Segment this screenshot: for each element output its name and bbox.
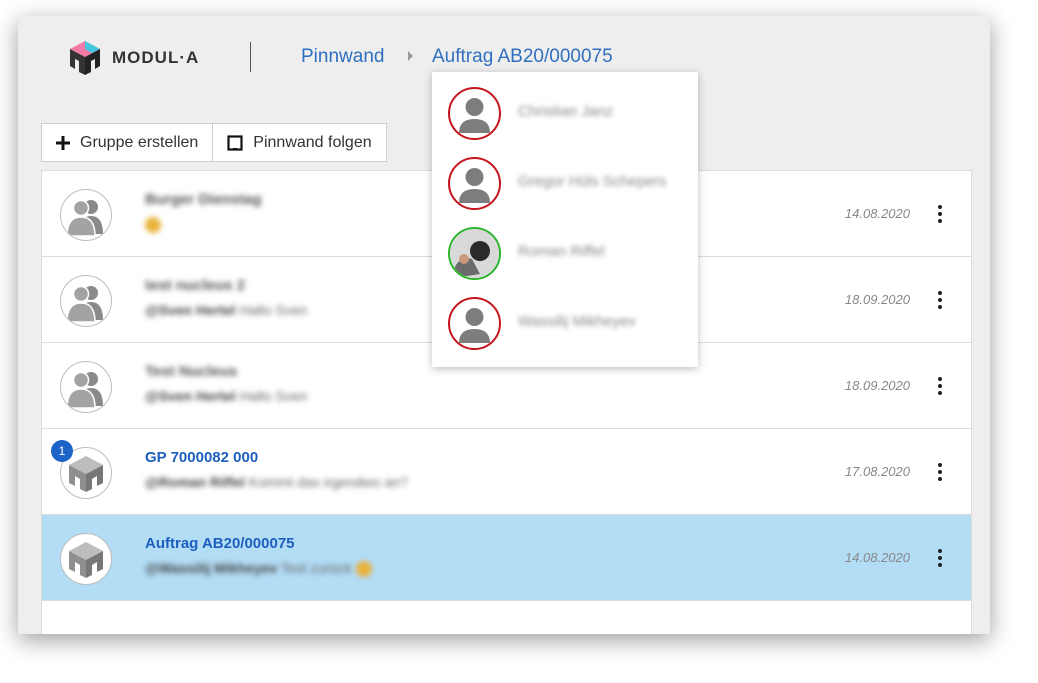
- group-date: 18.09.2020: [844, 292, 910, 307]
- message-author: @Wassilij Mikheyev: [145, 560, 278, 576]
- message-text: Hallo Sven: [239, 302, 308, 318]
- follow-pinnwand-label: Pinnwand folgen: [253, 133, 372, 151]
- group-last-message: [145, 216, 161, 234]
- group-date: 18.09.2020: [844, 378, 910, 393]
- modula-avatar-icon: [60, 533, 112, 585]
- header-divider: [250, 42, 251, 72]
- group-title: Auftrag AB20/000075: [145, 535, 295, 552]
- group-title: test nucleus 2: [145, 277, 246, 294]
- group-date: 14.08.2020: [844, 206, 910, 221]
- logo-text: MODUL·A: [112, 48, 200, 67]
- modula-logo-icon: [70, 41, 100, 75]
- member-item[interactable]: Roman Riffel: [432, 218, 698, 288]
- group-last-message: @Sven Hertel Hallo Sven: [145, 388, 307, 404]
- breadcrumb-auftrag[interactable]: Auftrag AB20/000075: [432, 46, 613, 68]
- create-group-button[interactable]: Gruppe erstellen: [42, 124, 214, 161]
- more-vertical-icon[interactable]: [937, 205, 943, 223]
- group-row-selected[interactable]: Auftrag AB20/000075 @Wassilij Mikheyev T…: [42, 515, 971, 601]
- group-avatar-icon: [60, 275, 112, 327]
- follow-pinnwand-button[interactable]: Pinnwand folgen: [213, 124, 385, 161]
- emoji-icon: [355, 561, 372, 578]
- member-name: Gregor Hüls Schepers: [518, 173, 667, 190]
- breadcrumb-pinnwand[interactable]: Pinnwand: [301, 46, 384, 68]
- message-author: @Roman Riffel: [145, 474, 245, 490]
- group-last-message: @Roman Riffel Kommt das irgendwo an?: [145, 474, 408, 490]
- bookmark-icon: [227, 134, 243, 151]
- member-name: Roman Riffel: [518, 243, 605, 260]
- member-item[interactable]: Gregor Hüls Schepers: [432, 148, 698, 218]
- plus-icon: [56, 135, 70, 150]
- message-text: Kommt das irgendwo an?: [248, 474, 408, 490]
- group-avatar-icon: [60, 189, 112, 241]
- more-vertical-icon[interactable]: [937, 291, 943, 309]
- app-logo[interactable]: MODUL·A: [66, 38, 199, 78]
- member-item[interactable]: Wassilij Mikheyev: [432, 288, 698, 358]
- member-dropdown: Christian Janz Gregor Hüls Schepers Roma…: [432, 72, 698, 367]
- user-photo-avatar: [448, 227, 501, 280]
- group-avatar-icon: [60, 361, 112, 413]
- emoji-icon: [145, 217, 161, 234]
- member-item[interactable]: Christian Janz: [432, 78, 698, 148]
- message-text: Test zurück: [280, 560, 352, 576]
- group-title: Test Nucleus: [145, 363, 238, 380]
- group-last-message: @Wassilij Mikheyev Test zurück: [145, 560, 372, 578]
- more-vertical-icon[interactable]: [937, 549, 943, 567]
- user-avatar-icon: [448, 297, 501, 350]
- more-vertical-icon[interactable]: [937, 463, 943, 481]
- message-author: @Sven Hertel: [145, 302, 236, 318]
- member-name: Wassilij Mikheyev: [518, 313, 636, 330]
- app-window: MODUL·A Pinnwand Auftrag AB20/000075 Gru…: [18, 16, 990, 634]
- create-group-label: Gruppe erstellen: [80, 133, 199, 151]
- chevron-right-icon: [408, 51, 413, 61]
- group-title: Burger Dienstag: [145, 191, 262, 208]
- user-avatar-icon: [448, 157, 501, 210]
- message-text: Hallo Sven: [239, 388, 308, 404]
- more-vertical-icon[interactable]: [937, 377, 943, 395]
- member-name: Christian Janz: [518, 103, 614, 120]
- group-date: 17.08.2020: [844, 464, 910, 479]
- group-title: GP 7000082 000: [145, 449, 259, 466]
- toolbar: Gruppe erstellen Pinnwand folgen: [41, 123, 387, 162]
- group-row[interactable]: 1 GP 7000082 000 @Roman Riffel Kommt das…: [42, 429, 971, 515]
- group-date: 14.08.2020: [844, 550, 910, 565]
- unread-badge: 1: [51, 440, 73, 462]
- user-avatar-icon: [448, 87, 501, 140]
- message-author: @Sven Hertel: [145, 388, 236, 404]
- group-last-message: @Sven Hertel Hallo Sven: [145, 302, 307, 318]
